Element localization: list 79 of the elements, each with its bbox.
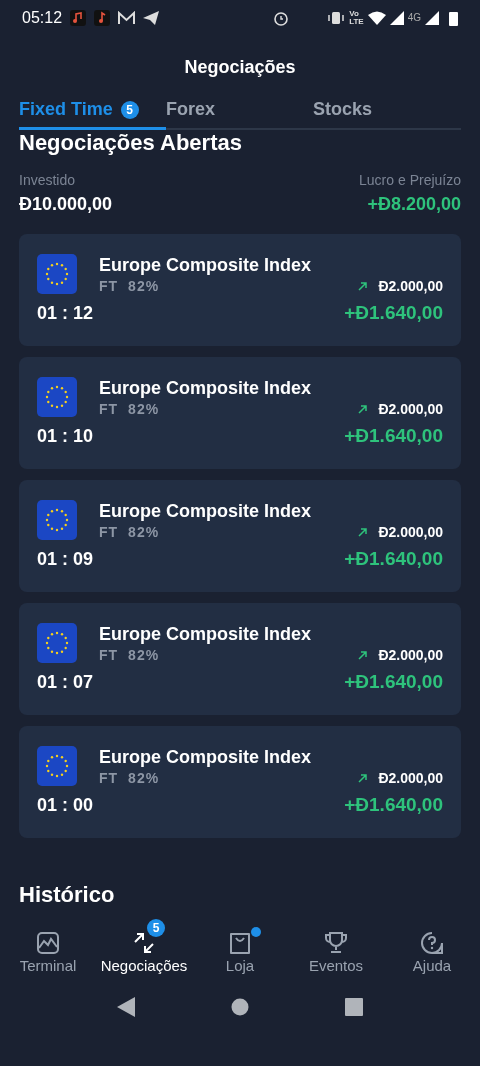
trade-amount: Đ2.000,00 (378, 769, 443, 788)
asset-name: Europe Composite Index (99, 377, 313, 399)
trade-profit: +Đ1.640,00 (344, 793, 443, 817)
recents-icon (345, 998, 363, 1016)
bag-icon (228, 930, 252, 955)
page-title: Negociações (184, 55, 296, 79)
invested-amount: Đ10.000,00 (19, 193, 113, 216)
asset-name: Europe Composite Index (99, 500, 313, 522)
music-app-icon (70, 10, 87, 26)
countdown-timer: 01 : 00 (37, 793, 94, 817)
network-label: 4G (407, 11, 421, 25)
trade-card[interactable]: Europe Composite Index FT 82% Đ2.000,00 01 : 10 +Đ1.640,00 (19, 357, 461, 469)
countdown-timer: 01 : 10 (37, 424, 94, 448)
flag-icon (37, 254, 77, 294)
trade-card[interactable]: Europe Composite Index FT 82% Đ2.000,00 01 : 00 +Đ1.640,00 (19, 726, 461, 838)
flag-icon (37, 623, 77, 663)
alarm-icon (273, 10, 290, 26)
trade-amount: Đ2.000,00 (378, 646, 443, 665)
trade-type: FT (99, 769, 119, 788)
signal-icon (389, 11, 404, 25)
trophy-icon (324, 930, 348, 955)
trade-amount: Đ2.000,00 (378, 277, 443, 296)
tab[interactable]: Fixed Time 5 (19, 98, 166, 130)
trade-profit: +Đ1.640,00 (344, 547, 443, 571)
summary-label: Investido (19, 171, 77, 190)
nav-tab[interactable]: Negociações 5 (96, 918, 192, 977)
tab[interactable]: Forex (166, 98, 313, 130)
help-icon (420, 930, 444, 955)
asset-name: Europe Composite Index (99, 623, 313, 645)
asset-name: Europe Composite Index (99, 746, 313, 768)
trade-profit: +Đ1.640,00 (344, 301, 443, 325)
payout-percent: 82% (128, 769, 160, 788)
countdown-timer: 01 : 07 (37, 670, 94, 694)
send-icon (143, 11, 160, 25)
battery-icon (449, 10, 458, 26)
trade-type: FT (99, 277, 119, 296)
trade-amount: Đ2.000,00 (378, 400, 443, 419)
payout-percent: 82% (128, 523, 160, 542)
profit-amount: +Đ8.200,00 (367, 193, 461, 216)
flag-icon (37, 377, 77, 417)
countdown-timer: 01 : 09 (37, 547, 94, 571)
nav-tab[interactable]: Loja (192, 918, 288, 977)
trade-profit: +Đ1.640,00 (344, 424, 443, 448)
arrows-icon (132, 930, 156, 955)
network-label: Vo (349, 10, 360, 18)
count-badge: 5 (147, 918, 165, 937)
home-icon (231, 998, 249, 1016)
payout-percent: 82% (128, 646, 160, 665)
clock-time: 05:12 (22, 8, 63, 28)
network-label: LTE (349, 18, 364, 26)
section-title: Histórico (19, 881, 116, 909)
tab[interactable]: Stocks (313, 98, 373, 130)
section-title: Negociações Abertas (19, 130, 243, 156)
chart-icon (36, 930, 60, 955)
trade-type: FT (99, 523, 119, 542)
nav-tab[interactable]: Ajuda (384, 918, 480, 977)
nav-tab[interactable]: Terminal (0, 918, 96, 977)
payout-percent: 82% (128, 400, 160, 419)
trade-card[interactable]: Europe Composite Index FT 82% Đ2.000,00 01 : 07 +Đ1.640,00 (19, 603, 461, 715)
signal-icon (425, 11, 439, 25)
music-app-icon (94, 10, 111, 26)
nav-tab[interactable]: Eventos (288, 918, 384, 977)
vibrate-icon (327, 11, 346, 25)
back-icon (117, 997, 135, 1017)
countdown-timer: 01 : 12 (37, 301, 94, 325)
trade-card[interactable]: Europe Composite Index FT 82% Đ2.000,00 01 : 09 +Đ1.640,00 (19, 480, 461, 592)
mail-icon (118, 11, 136, 25)
summary-label: Lucro e Prejuízo (359, 171, 461, 190)
trade-type: FT (99, 646, 119, 665)
wifi-icon (367, 11, 386, 25)
trade-amount: Đ2.000,00 (378, 523, 443, 542)
trade-card[interactable]: Europe Composite Index FT 82% Đ2.000,00 01 : 12 +Đ1.640,00 (19, 234, 461, 346)
trade-type: FT (99, 400, 119, 419)
flag-icon (37, 746, 77, 786)
asset-name: Europe Composite Index (99, 254, 313, 276)
count-badge: 5 (120, 100, 139, 119)
payout-percent: 82% (128, 277, 160, 296)
trade-profit: +Đ1.640,00 (344, 670, 443, 694)
flag-icon (37, 500, 77, 540)
